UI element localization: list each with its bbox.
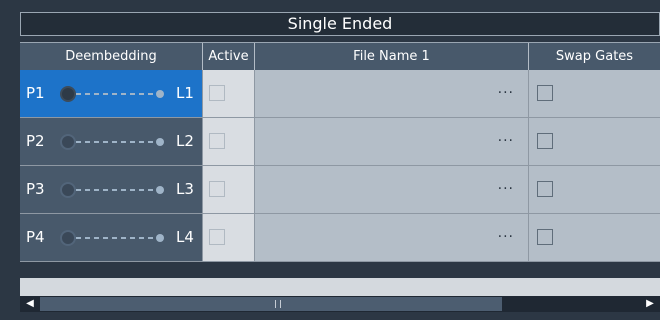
table-header: Deembedding Active File Name 1 Swap Gate…	[20, 42, 660, 70]
active-cell	[203, 166, 255, 213]
deembedding-link-icon	[60, 230, 164, 246]
active-cell	[203, 70, 255, 117]
active-checkbox[interactable]	[209, 85, 225, 101]
scroll-right-icon[interactable]: ▶	[642, 296, 658, 312]
swap-gates-cell	[529, 214, 660, 261]
port-label: P4	[26, 228, 45, 246]
port-label: P2	[26, 132, 45, 150]
link-label: L3	[176, 180, 194, 198]
deembedding-cell[interactable]: P1 L1	[20, 70, 203, 117]
file-name-cell[interactable]: ···	[255, 166, 529, 213]
deembedding-link-icon	[60, 86, 164, 102]
deembedding-link-icon	[60, 182, 164, 198]
table-empty-area	[20, 278, 660, 296]
active-cell	[203, 214, 255, 261]
swap-gates-checkbox[interactable]	[537, 229, 553, 245]
active-cell	[203, 118, 255, 165]
column-header-deembedding[interactable]: Deembedding	[20, 43, 203, 70]
port-label: P3	[26, 180, 45, 198]
active-checkbox[interactable]	[209, 133, 225, 149]
table-row[interactable]: P3 L3 ···	[20, 166, 660, 214]
swap-gates-cell	[529, 166, 660, 213]
active-checkbox[interactable]	[209, 181, 225, 197]
table-row[interactable]: P4 L4 ···	[20, 214, 660, 262]
deembedding-cell[interactable]: P2 L2	[20, 118, 203, 165]
table-row[interactable]: P2 L2 ···	[20, 118, 660, 166]
scroll-left-icon[interactable]: ◀	[22, 296, 38, 312]
swap-gates-checkbox[interactable]	[537, 85, 553, 101]
grip-icon	[275, 300, 281, 308]
column-header-swap-gates[interactable]: Swap Gates	[529, 43, 660, 70]
column-header-file-name[interactable]: File Name 1	[255, 43, 529, 70]
table-title: Single Ended	[20, 12, 660, 36]
browse-file-button[interactable]: ···	[498, 70, 514, 117]
swap-gates-checkbox[interactable]	[537, 133, 553, 149]
browse-file-button[interactable]: ···	[498, 118, 514, 165]
link-label: L1	[176, 84, 194, 102]
port-label: P1	[26, 84, 45, 102]
deembedding-link-icon	[60, 134, 164, 150]
file-name-cell[interactable]: ···	[255, 70, 529, 117]
scrollbar-thumb[interactable]	[40, 297, 502, 311]
deembedding-table: P1 L1 ··· P2 L2 ··· P3 L3 ··· P4 L4 ···	[20, 70, 660, 278]
deembedding-cell[interactable]: P3 L3	[20, 166, 203, 213]
swap-gates-cell	[529, 70, 660, 117]
file-name-cell[interactable]: ···	[255, 214, 529, 261]
link-label: L4	[176, 228, 194, 246]
browse-file-button[interactable]: ···	[498, 214, 514, 261]
link-label: L2	[176, 132, 194, 150]
deembedding-dialog: Single Ended Deembedding Active File Nam…	[12, 10, 660, 312]
browse-file-button[interactable]: ···	[498, 166, 514, 213]
column-header-active[interactable]: Active	[203, 43, 255, 70]
swap-gates-checkbox[interactable]	[537, 181, 553, 197]
file-name-cell[interactable]: ···	[255, 118, 529, 165]
deembedding-cell[interactable]: P4 L4	[20, 214, 203, 261]
horizontal-scrollbar[interactable]: ◀ ▶	[20, 296, 660, 312]
swap-gates-cell	[529, 118, 660, 165]
table-row[interactable]: P1 L1 ···	[20, 70, 660, 118]
active-checkbox[interactable]	[209, 229, 225, 245]
